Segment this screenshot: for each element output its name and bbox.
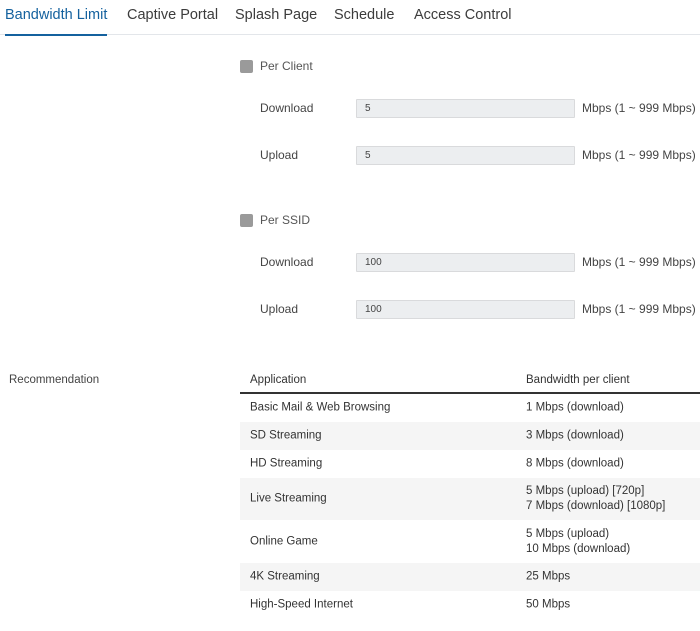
per-ssid-download-input[interactable] [356, 253, 575, 272]
tab-bar: Bandwidth Limit Captive Portal Splash Pa… [0, 0, 700, 36]
table-row: Online Game 5 Mbps (upload) 10 Mbps (dow… [240, 520, 700, 563]
application-cell: SD Streaming [250, 429, 322, 442]
per-client-upload-input[interactable] [356, 146, 575, 165]
bandwidth-cell: 50 Mbps [526, 598, 570, 613]
application-cell: Online Game [250, 535, 318, 547]
recommendation-table-header: Application Bandwidth per client [240, 367, 700, 394]
recommendation-table: Application Bandwidth per client Basic M… [240, 367, 700, 619]
bandwidth-value: 25 Mbps [526, 570, 571, 583]
per-ssid-checkbox[interactable] [240, 213, 253, 227]
bandwidth-value: 1 Mbps (download) [526, 401, 624, 414]
per-client-checkbox[interactable] [240, 59, 253, 73]
per-ssid-upload-label: Upload [260, 302, 299, 316]
column-header-application: Application [250, 374, 307, 386]
table-row: Live Streaming 5 Mbps (upload) [720p] 7 … [240, 478, 700, 520]
per-ssid-download-row: Download Mbps (1 ~ 999 Mbps) [0, 253, 700, 273]
bandwidth-value: 50 Mbps [526, 598, 571, 611]
bandwidth-cell: 5 Mbps (upload) [720p] 7 Mbps (download)… [526, 484, 665, 514]
bandwidth-value: 7 Mbps (download) [1080p] [526, 500, 666, 512]
bandwidth-value: 8 Mbps (download) [526, 457, 624, 470]
bandwidth-cell: 8 Mbps (download) [526, 457, 624, 472]
table-row: HD Streaming 8 Mbps (download) [240, 450, 700, 478]
per-ssid-option: Per SSID [240, 212, 310, 228]
column-header-bandwidth: Bandwidth per client [526, 374, 630, 386]
per-client-download-row: Download Mbps (1 ~ 999 Mbps) [0, 99, 700, 119]
tab-bandwidth-limit[interactable]: Bandwidth Limit [5, 0, 108, 36]
table-row: SD Streaming 3 Mbps (download) [240, 422, 700, 450]
bandwidth-cell: 3 Mbps (download) [526, 429, 624, 444]
per-client-upload-unit: Mbps (1 ~ 999 Mbps) [582, 148, 696, 162]
per-client-download-label: Download [260, 101, 314, 115]
per-client-label: Per Client [260, 59, 313, 73]
bandwidth-value: 5 Mbps (upload) [720p] [526, 485, 645, 497]
bandwidth-value: 10 Mbps (download) [526, 542, 631, 555]
per-ssid-label: Per SSID [260, 213, 311, 227]
recommendation-label: Recommendation [9, 374, 100, 386]
per-ssid-upload-unit: Mbps (1 ~ 999 Mbps) [582, 302, 696, 316]
bandwidth-cell: 5 Mbps (upload) 10 Mbps (download) [526, 527, 630, 557]
per-client-download-input[interactable] [356, 99, 575, 118]
tab-schedule[interactable]: Schedule [334, 0, 394, 35]
per-ssid-download-unit: Mbps (1 ~ 999 Mbps) [582, 255, 696, 269]
per-ssid-upload-row: Upload Mbps (1 ~ 999 Mbps) [0, 300, 700, 320]
tab-captive-portal[interactable]: Captive Portal [127, 0, 218, 35]
application-cell: High-Speed Internet [250, 598, 353, 611]
tab-access-control[interactable]: Access Control [414, 0, 512, 35]
table-row: High-Speed Internet 50 Mbps [240, 591, 700, 619]
per-ssid-upload-input[interactable] [356, 300, 575, 319]
per-client-upload-row: Upload Mbps (1 ~ 999 Mbps) [0, 146, 700, 166]
per-ssid-download-label: Download [260, 255, 314, 269]
table-row: Basic Mail & Web Browsing 1 Mbps (downlo… [240, 394, 700, 422]
per-client-download-unit: Mbps (1 ~ 999 Mbps) [582, 101, 696, 115]
bandwidth-value: 5 Mbps (upload) [526, 527, 610, 540]
application-cell: Live Streaming [250, 492, 327, 505]
tab-splash-page[interactable]: Splash Page [235, 0, 317, 35]
application-cell: 4K Streaming [250, 570, 320, 583]
bandwidth-cell: 25 Mbps [526, 570, 570, 585]
bandwidth-limit-page: Bandwidth Limit Captive Portal Splash Pa… [0, 0, 700, 631]
bandwidth-cell: 1 Mbps (download) [526, 401, 624, 416]
application-cell: Basic Mail & Web Browsing [250, 401, 391, 414]
application-cell: HD Streaming [250, 457, 323, 470]
per-client-option: Per Client [240, 58, 313, 74]
per-client-upload-label: Upload [260, 148, 299, 162]
bandwidth-value: 3 Mbps (download) [526, 429, 624, 442]
table-row: 4K Streaming 25 Mbps [240, 563, 700, 591]
